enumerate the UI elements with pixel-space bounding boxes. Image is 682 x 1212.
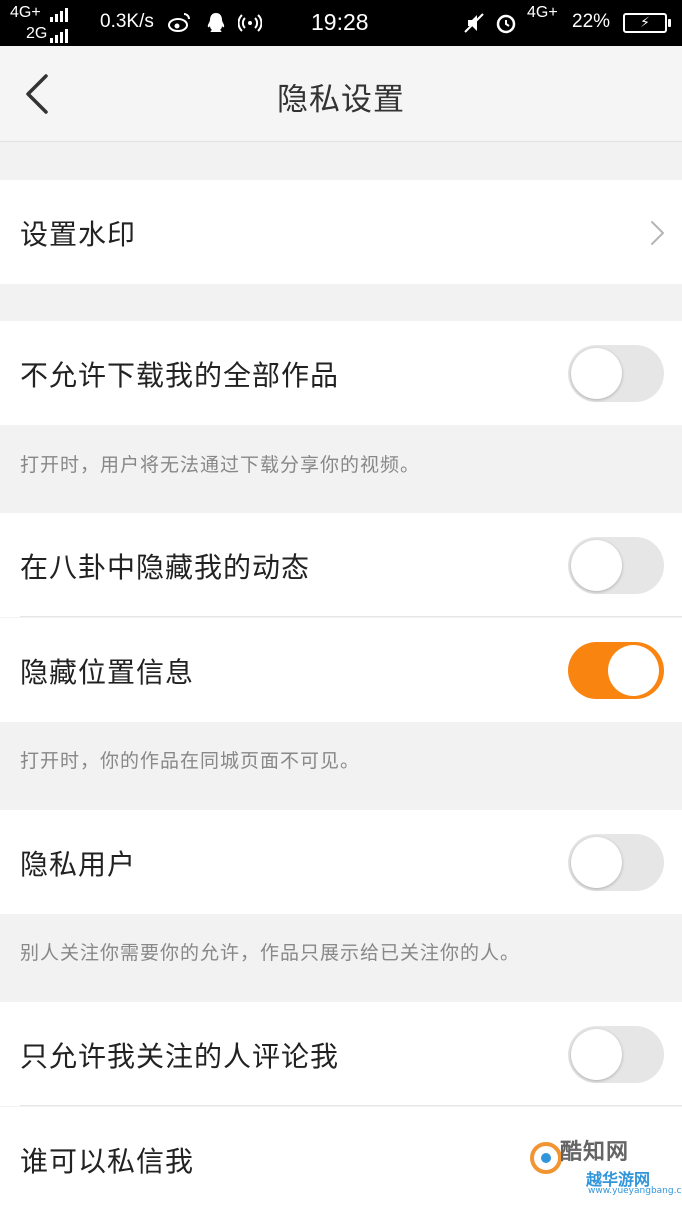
network-speed: 0.3K/s	[100, 11, 154, 32]
private-user-toggle[interactable]	[568, 834, 664, 891]
watermark-text: 酷知网	[560, 1140, 630, 1165]
network-type-primary: 4G+	[10, 4, 41, 21]
qq-icon	[207, 13, 225, 32]
clock: 19:28	[311, 9, 369, 35]
only-following-comment-toggle[interactable]	[568, 1026, 664, 1083]
setting-row-only-following-comment: 只允许我关注的人评论我	[0, 1002, 682, 1106]
watermark-url: www.yueyangbang.com	[588, 1186, 682, 1196]
page-title: 隐私设置	[277, 82, 405, 118]
mute-icon	[464, 13, 484, 33]
site-logo-icon	[530, 1142, 562, 1174]
hide-location-hint: 打开时，你的作品在同城页面不可见。	[20, 750, 361, 772]
setting-label: 隐私用户	[20, 848, 137, 881]
hide-location-toggle[interactable]	[568, 642, 664, 699]
battery-percent: 22%	[572, 11, 611, 32]
toggle-knob	[608, 645, 659, 696]
network-type-right: 4G+	[527, 4, 558, 21]
network-indicator: 4G+ 2G	[10, 4, 90, 44]
setting-row-hide-location: 隐藏位置信息	[0, 618, 682, 722]
toggle-knob	[571, 1029, 622, 1080]
setting-row-no-download: 不允许下载我的全部作品	[0, 321, 682, 425]
setting-label: 只允许我关注的人评论我	[20, 1040, 340, 1073]
setting-label: 设置水印	[20, 218, 137, 251]
no-download-hint: 打开时，用户将无法通过下载分享你的视频。	[20, 454, 421, 476]
weibo-icon	[168, 13, 190, 32]
setting-label: 在八卦中隐藏我的动态	[20, 551, 311, 584]
battery-charging-icon: ⚡	[623, 13, 671, 33]
navigation-bar: 隐私设置	[0, 46, 682, 142]
alarm-icon	[496, 14, 516, 34]
toggle-knob	[571, 837, 622, 888]
hotspot-icon	[238, 14, 262, 32]
site-watermark: 酷知网 越华游网 www.yueyangbang.com	[520, 1132, 682, 1210]
private-user-hint: 别人关注你需要你的允许，作品只展示给已关注你的人。	[20, 942, 521, 964]
network-type-secondary: 2G	[26, 25, 48, 42]
status-bar: 4G+ 2G 0.3K/s 19:28 4G+ 22% ⚡	[0, 0, 682, 46]
signal-bars-icon	[50, 8, 68, 22]
setting-row-hide-in-gossip: 在八卦中隐藏我的动态	[0, 513, 682, 617]
setting-row-private-user: 隐私用户	[0, 810, 682, 914]
chevron-right-icon	[651, 221, 664, 245]
setting-label: 谁可以私信我	[20, 1145, 195, 1178]
no-download-toggle[interactable]	[568, 345, 664, 402]
divider	[20, 1105, 682, 1106]
setting-row-watermark[interactable]: 设置水印	[0, 180, 682, 284]
signal-bars-icon	[50, 29, 68, 43]
hide-in-gossip-toggle[interactable]	[568, 537, 664, 594]
divider	[20, 616, 682, 617]
setting-label: 不允许下载我的全部作品	[20, 359, 340, 392]
toggle-knob	[571, 540, 622, 591]
toggle-knob	[571, 348, 622, 399]
setting-label: 隐藏位置信息	[20, 656, 195, 689]
